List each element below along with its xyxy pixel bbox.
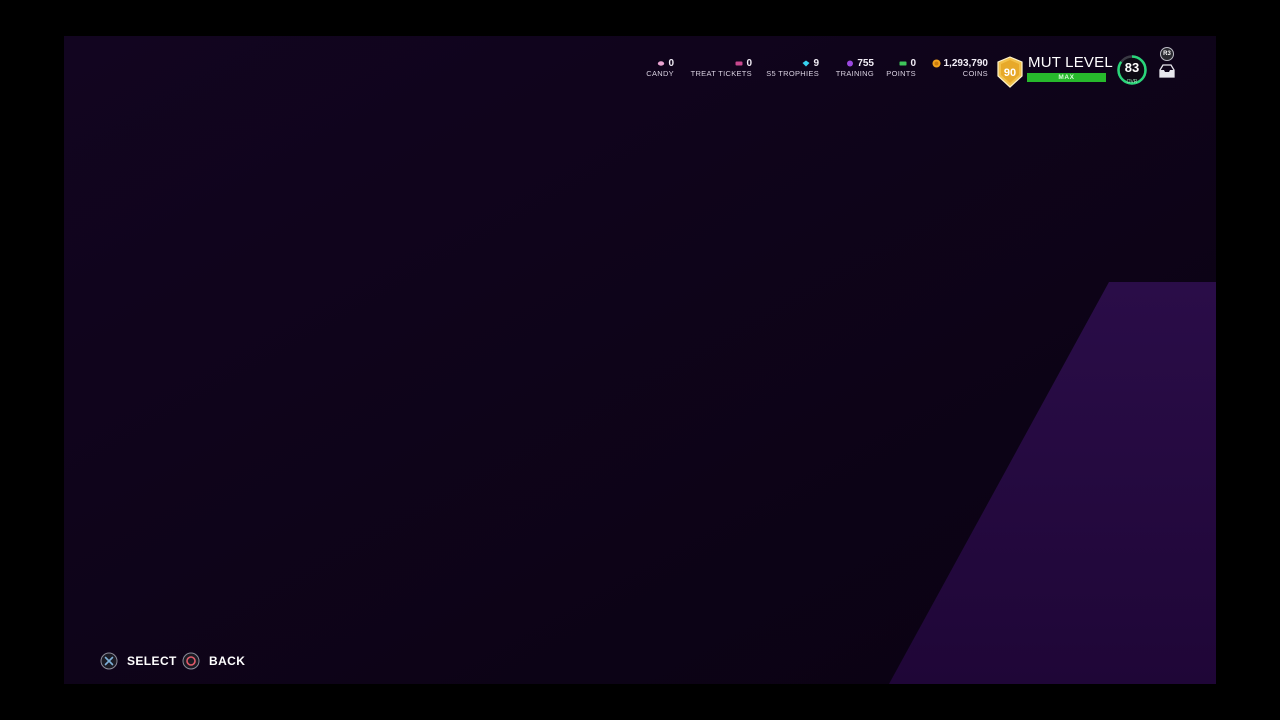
back-prompt[interactable]: BACK [182, 652, 245, 670]
candy-value: 0 [668, 58, 674, 69]
training-counter: 755 TRAINING [830, 58, 874, 82]
game-screen: 0 CANDY 0 TREAT TICKETS 9 S5 TROPHIES 75… [64, 36, 1216, 684]
coin-icon [932, 59, 940, 68]
select-prompt[interactable]: SELECT [100, 652, 177, 670]
cross-button-icon [100, 652, 118, 670]
candy-icon [658, 61, 665, 66]
s5-trophies-label: S5 TROPHIES [766, 69, 819, 78]
treat-tickets-label: TREAT TICKETS [690, 69, 752, 78]
mut-level-badge-value: 90 [1004, 67, 1016, 79]
coins-value: 1,293,790 [943, 58, 989, 69]
inbox-icon[interactable] [1158, 63, 1176, 79]
training-value: 755 [857, 58, 874, 69]
treat-tickets-value: 0 [746, 58, 752, 69]
ovr-value: 83 [1124, 60, 1140, 75]
back-label: BACK [209, 654, 246, 668]
ovr-label: OVR [1126, 79, 1138, 85]
training-icon [847, 60, 854, 67]
select-label: SELECT [127, 654, 177, 668]
candy-label: CANDY [646, 69, 674, 78]
trophy-gem-icon [802, 60, 810, 67]
coins-label: COINS [962, 69, 988, 78]
treat-tickets-counter: 0 TREAT TICKETS [680, 58, 752, 82]
training-label: TRAINING [835, 69, 874, 78]
mut-level-progress-bar: MAX [1027, 73, 1106, 82]
points-label: POINTS [886, 69, 916, 78]
points-value: 0 [910, 58, 916, 69]
ticket-icon [735, 61, 743, 66]
mut-level-label: MUT LEVEL [1028, 54, 1113, 71]
s5-trophies-counter: 9 S5 TROPHIES [762, 58, 819, 82]
candy-counter: 0 CANDY [634, 58, 674, 82]
s5-trophies-value: 9 [813, 58, 819, 69]
coins-counter: 1,293,790 COINS [920, 58, 988, 82]
r3-button-hint: R3 [1160, 47, 1174, 61]
circle-button-icon [182, 652, 200, 670]
mut-level-badge-icon: 90 [997, 56, 1023, 88]
points-counter: 0 POINTS [880, 58, 916, 82]
background-panel [64, 36, 1216, 684]
points-icon [899, 61, 907, 66]
